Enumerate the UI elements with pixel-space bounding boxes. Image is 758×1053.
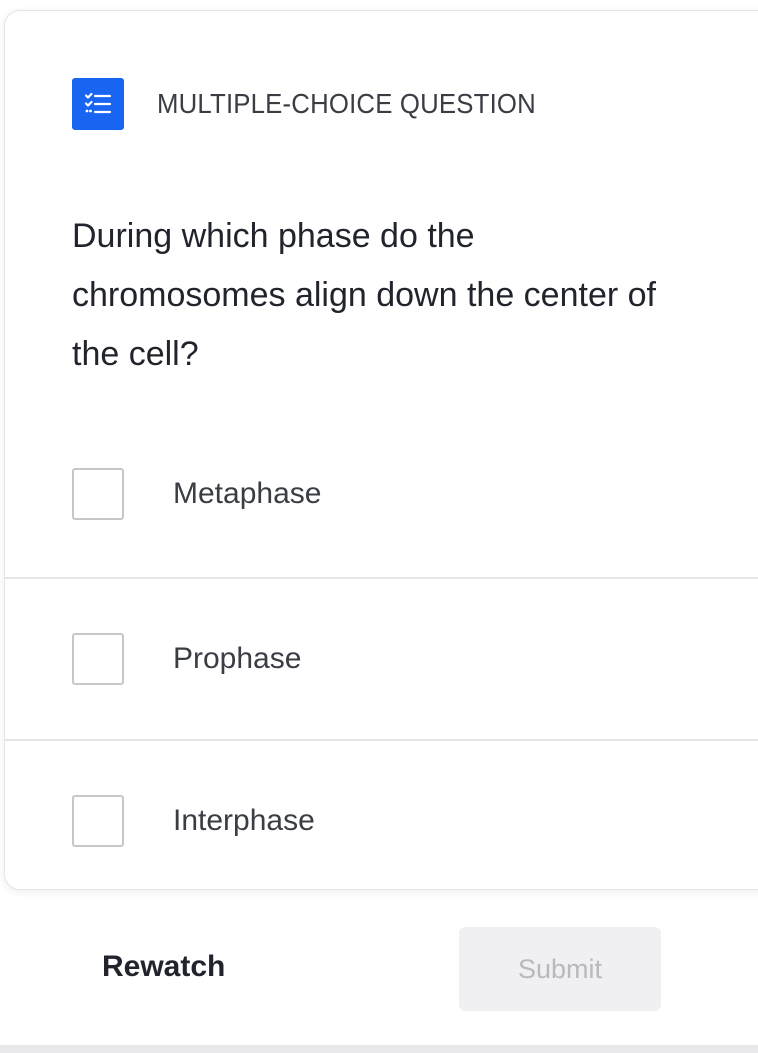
bottom-divider bbox=[0, 1045, 758, 1053]
checklist-icon bbox=[72, 78, 124, 130]
option-label: Interphase bbox=[173, 804, 315, 837]
rewatch-button[interactable]: Rewatch bbox=[102, 950, 225, 984]
submit-button[interactable]: Submit bbox=[459, 927, 661, 1011]
checkbox[interactable] bbox=[72, 468, 124, 520]
option-metaphase[interactable]: Metaphase bbox=[5, 411, 758, 577]
checkbox[interactable] bbox=[72, 795, 124, 847]
option-label: Metaphase bbox=[173, 477, 322, 510]
question-type-label: MULTIPLE-CHOICE QUESTION bbox=[157, 88, 536, 119]
question-text: During which phase do the chromosomes al… bbox=[72, 217, 656, 373]
quiz-page: MULTIPLE-CHOICE QUESTION During which ph… bbox=[0, 0, 758, 1053]
checkbox[interactable] bbox=[72, 633, 124, 685]
footer-actions: Rewatch Submit bbox=[0, 900, 758, 1045]
question-header: MULTIPLE-CHOICE QUESTION bbox=[72, 78, 569, 130]
option-interphase[interactable]: Interphase bbox=[5, 739, 758, 889]
option-prophase[interactable]: Prophase bbox=[5, 577, 758, 739]
option-label: Prophase bbox=[173, 642, 302, 675]
question-card: MULTIPLE-CHOICE QUESTION During which ph… bbox=[4, 10, 758, 890]
answer-options: Metaphase Prophase Interphase bbox=[5, 411, 758, 889]
